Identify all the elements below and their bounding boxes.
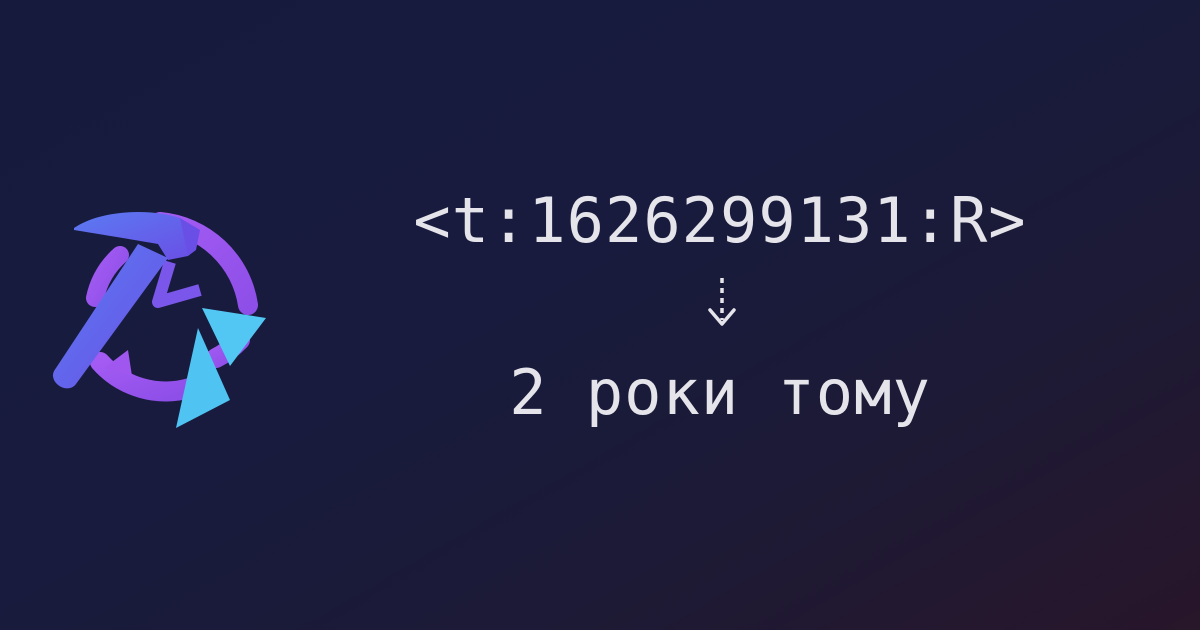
timestamp-panel: <t:1626299131:R> 2 роки тому [320,0,1120,630]
relative-time-result: 2 роки тому [509,356,931,429]
timestamp-code: <t:1626299131:R> [413,184,1027,257]
dashed-down-arrow-icon [704,276,740,336]
hammer-clock-logo-icon [40,200,280,440]
